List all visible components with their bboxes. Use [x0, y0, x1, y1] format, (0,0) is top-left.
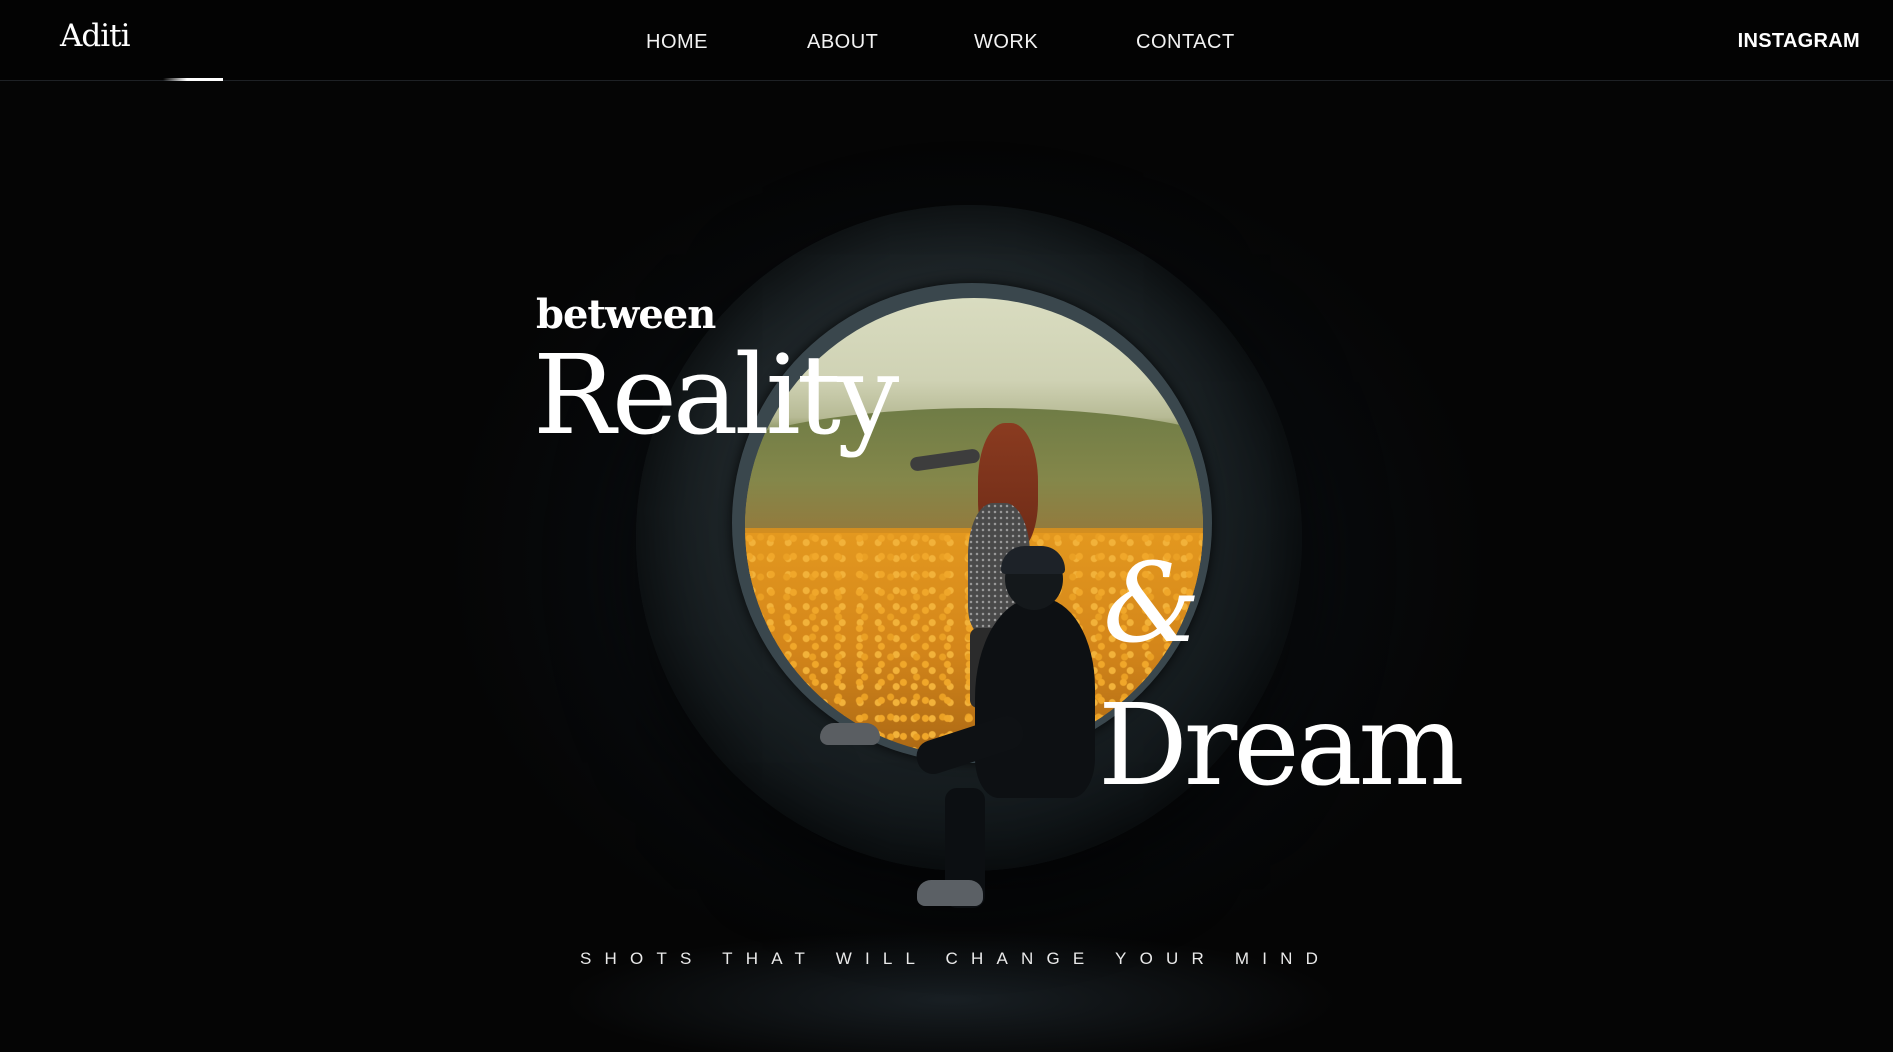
- site-logo[interactable]: Aditi: [60, 18, 131, 54]
- man-figure: [820, 546, 1105, 918]
- headline-reality: Reality: [533, 331, 899, 459]
- headline-ampersand: &: [1103, 539, 1201, 667]
- hero-background: [0, 0, 1893, 1052]
- active-indicator: [163, 78, 223, 81]
- instagram-link[interactable]: INSTAGRAM: [1738, 30, 1860, 53]
- site-header: Aditi HOME ABOUT WORK CONTACT INSTAGRAM: [0, 0, 1893, 81]
- headline-dream: Dream: [1098, 681, 1465, 811]
- nav-contact-link[interactable]: CONTACT: [1136, 31, 1256, 54]
- hero-tagline: SHOTS THAT WILL CHANGE YOUR MIND: [580, 949, 1332, 968]
- main-nav: HOME ABOUT WORK CONTACT: [646, 31, 1256, 54]
- nav-work-link[interactable]: WORK: [974, 31, 1136, 54]
- nav-home-link[interactable]: HOME: [646, 31, 807, 54]
- nav-about-link[interactable]: ABOUT: [807, 31, 974, 54]
